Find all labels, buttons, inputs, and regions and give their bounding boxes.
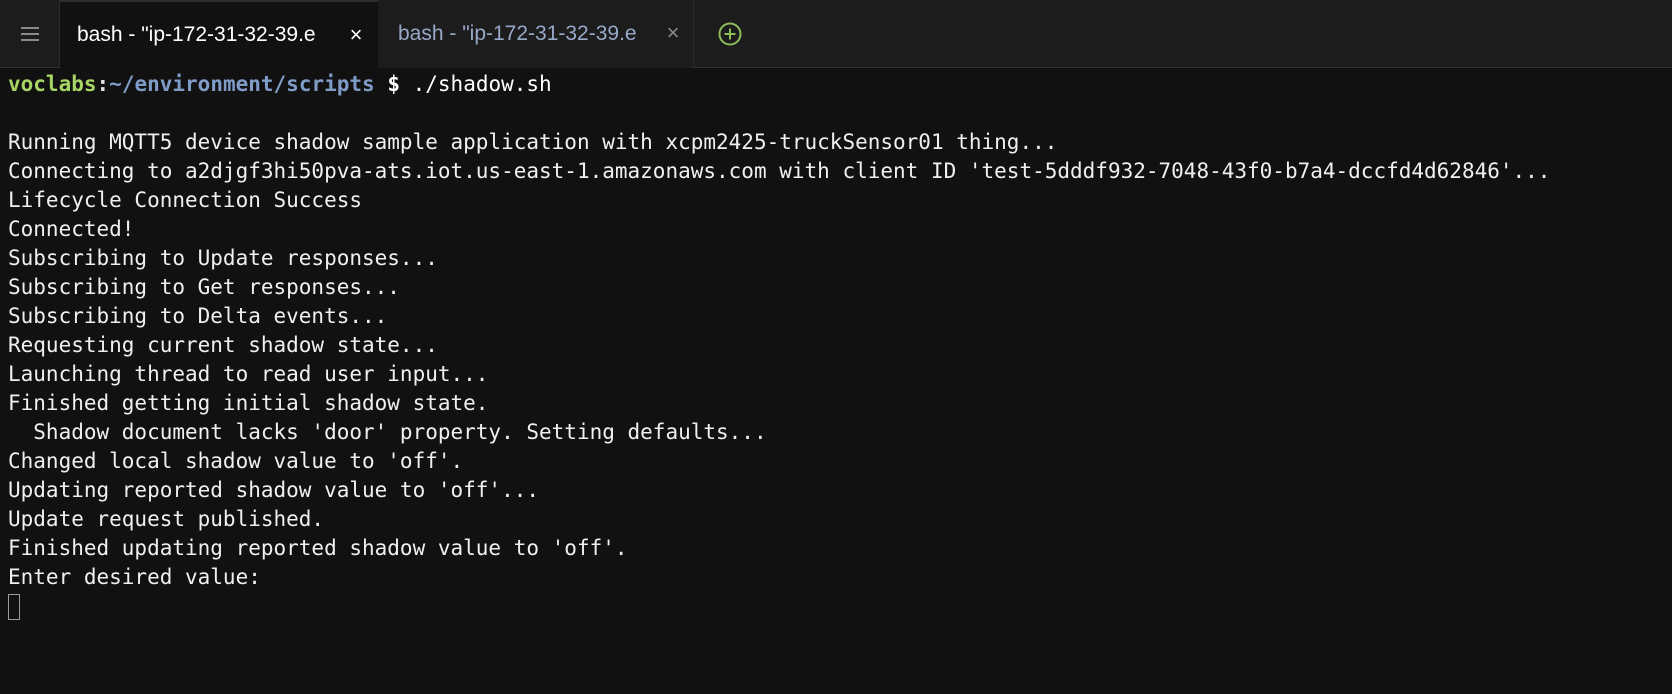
output-line: Running MQTT5 device shadow sample appli… [8, 130, 1058, 154]
prompt-user: voclabs [8, 72, 97, 96]
hamburger-menu-icon [20, 26, 39, 41]
prompt-path: ~/environment/scripts [109, 72, 375, 96]
close-icon[interactable]: × [663, 22, 683, 44]
output-line: Updating reported shadow value to 'off'.… [8, 478, 540, 502]
prompt-line: voclabs:~/environment/scripts $ ./shadow… [8, 70, 1672, 99]
terminal-cursor [8, 594, 20, 620]
output-line: Shadow document lacks 'door' property. S… [8, 420, 767, 444]
menu-button[interactable] [0, 0, 60, 67]
plus-circle-icon [718, 22, 742, 46]
tab-bash-1[interactable]: bash - "ip-172-31-32-39.e × [60, 0, 378, 68]
output-line: Finished getting initial shadow state. [8, 391, 489, 415]
prompt-colon: : [96, 72, 110, 96]
prompt-command: ./shadow.sh [412, 72, 552, 96]
output-line: Finished updating reported shadow value … [8, 536, 628, 560]
tab-bash-2[interactable]: bash - "ip-172-31-32-39.e × [378, 0, 694, 68]
output-line: Enter desired value: [8, 565, 261, 589]
close-icon[interactable]: × [346, 24, 366, 46]
output-line: Changed local shadow value to 'off'. [8, 449, 464, 473]
output-line: Requesting current shadow state... [8, 333, 438, 357]
output-line: Launching thread to read user input... [8, 362, 489, 386]
output-line: Subscribing to Get responses... [8, 275, 400, 299]
tab-label: bash - "ip-172-31-32-39.e [398, 22, 637, 45]
tab-label: bash - "ip-172-31-32-39.e [77, 23, 316, 46]
output-line: Subscribing to Update responses... [8, 246, 438, 270]
output-line: Connected! [8, 217, 135, 241]
output-line: Subscribing to Delta events... [8, 304, 388, 328]
prompt-dollar: $ [374, 72, 413, 96]
add-tab-button[interactable] [718, 22, 742, 46]
output-line: Update request published. [8, 507, 325, 531]
input-line[interactable] [8, 592, 1672, 621]
cloud9-terminal-window: bash - "ip-172-31-32-39.e × bash - "ip-1… [0, 0, 1672, 694]
output-line: Lifecycle Connection Success [8, 188, 363, 212]
terminal-output[interactable]: voclabs:~/environment/scripts $ ./shadow… [0, 68, 1672, 694]
tab-bar: bash - "ip-172-31-32-39.e × bash - "ip-1… [0, 0, 1672, 68]
output-line: Connecting to a2djgf3hi50pva-ats.iot.us-… [8, 159, 1551, 183]
